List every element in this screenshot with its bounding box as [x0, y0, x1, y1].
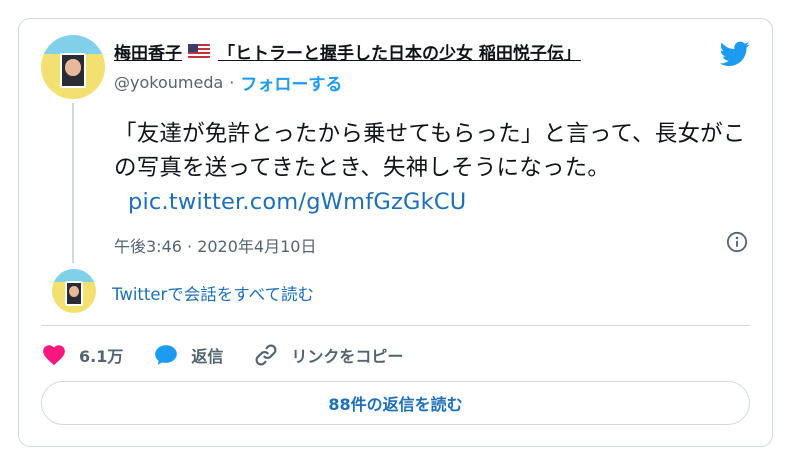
follow-button[interactable]: フォローする	[240, 70, 342, 95]
like-button[interactable]: 6.1万	[41, 342, 123, 368]
tweet-card: 梅田香子 「ヒトラーと握手した日本の少女 稲田悦子伝」 @yokoumeda ·…	[18, 18, 773, 447]
thread-avatar[interactable]	[52, 269, 96, 313]
read-replies-label: 88件の返信を読む	[328, 395, 463, 414]
author-display-name[interactable]: 梅田香子	[114, 39, 182, 64]
author-handle-row: @yokoumeda · フォローする	[114, 70, 342, 95]
copy-link-label: リンクをコピー	[291, 347, 404, 366]
author-handle[interactable]: @yokoumeda	[114, 73, 223, 92]
divider	[41, 325, 750, 326]
reply-bubble-icon	[155, 345, 178, 365]
info-icon[interactable]	[726, 231, 748, 253]
heart-icon	[43, 345, 65, 366]
link-icon	[255, 344, 277, 366]
twitter-logo-icon[interactable]	[720, 41, 750, 67]
separator-dot: ·	[229, 72, 235, 92]
tweet-media-link[interactable]: pic.twitter.com/gWmfGzGkCU	[128, 189, 466, 215]
tweet-body: 「友達が免許とったから乗せてもらった」と言って、長女がこの写真を送ってきたとき、…	[114, 121, 746, 181]
like-count: 6.1万	[79, 347, 124, 366]
read-conversation-link[interactable]: Twitterで会話をすべて読む	[112, 281, 314, 305]
reply-button[interactable]: 返信	[153, 342, 223, 368]
read-replies-button[interactable]: 88件の返信を読む	[41, 381, 750, 425]
author-name-row[interactable]: 梅田香子 「ヒトラーと握手した日本の少女 稲田悦子伝」	[114, 39, 581, 64]
tweet-timestamp[interactable]: 午後3:46 · 2020年4月10日	[114, 233, 316, 257]
thread-line	[72, 103, 74, 263]
reply-label: 返信	[191, 347, 224, 366]
author-name-suffix[interactable]: 「ヒトラーと握手した日本の少女 稲田悦子伝」	[218, 39, 581, 64]
copy-link-button[interactable]: リンクをコピー	[253, 342, 403, 368]
author-avatar[interactable]	[41, 35, 105, 99]
action-bar: 6.1万 返信 リンクをコピー	[41, 341, 433, 369]
us-flag-icon	[188, 44, 210, 58]
tweet-text: 「友達が免許とったから乗せてもらった」と言って、長女がこの写真を送ってきたとき、…	[114, 117, 754, 219]
